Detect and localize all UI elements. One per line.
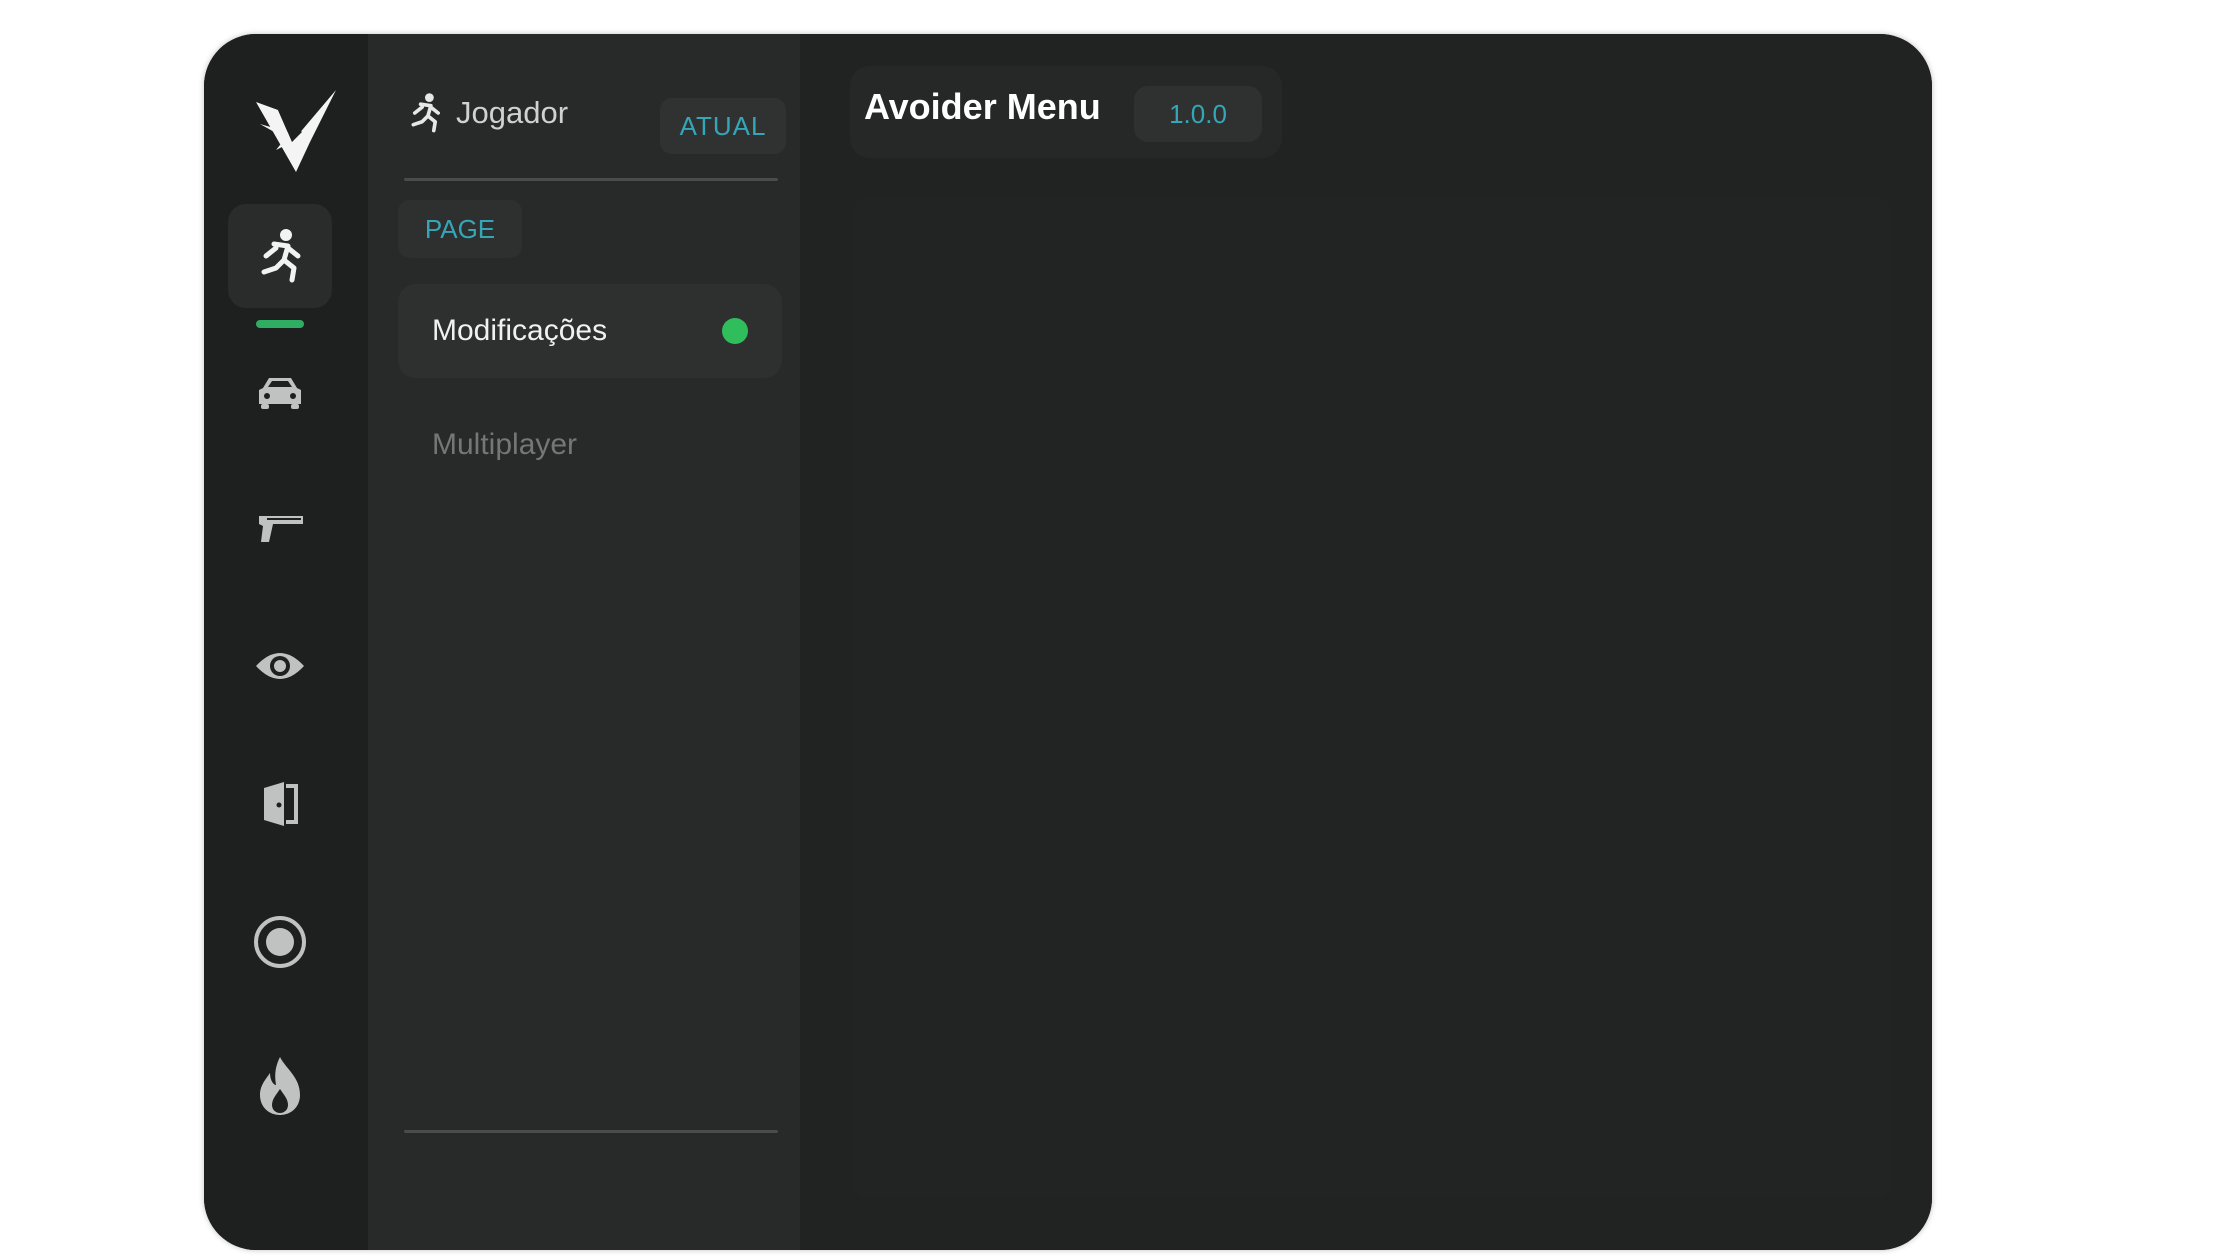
menu-item-label: Modificações: [432, 314, 608, 347]
header: Avoider Menu 1.0.0: [850, 66, 1282, 158]
rail-item-player[interactable]: [228, 204, 332, 308]
panel-divider-top: [404, 178, 778, 181]
active-indicator: [256, 320, 304, 328]
rail-item-target[interactable]: [228, 890, 332, 994]
panel-divider-bottom: [404, 1130, 778, 1133]
menu-item-multiplayer[interactable]: Multiplayer: [398, 398, 782, 492]
main-content: Avoider Menu 1.0.0: [800, 34, 1932, 1250]
version-badge: 1.0.0: [1134, 86, 1262, 142]
current-badge: ATUAL: [660, 98, 786, 154]
pistol-icon: [259, 516, 303, 542]
page-panel: Jogador ATUAL PAGE Modificações Multipla…: [368, 34, 800, 1250]
menu-item-modificacoes[interactable]: Modificações: [398, 284, 782, 378]
rail-item-fire[interactable]: [228, 1034, 332, 1138]
fire-icon: [260, 1057, 300, 1115]
logo-icon: [256, 90, 336, 172]
rail-item-visuals[interactable]: [228, 614, 332, 718]
rail-item-exit[interactable]: [228, 752, 332, 856]
status-dot: [722, 318, 748, 344]
rail-item-weapons[interactable]: [228, 476, 332, 580]
content-area: [852, 198, 1892, 1198]
car-icon: [259, 378, 301, 409]
app-title: Avoider Menu: [864, 86, 1101, 127]
eye-icon: [256, 653, 304, 679]
app-window: Jogador ATUAL PAGE Modificações Multipla…: [204, 34, 1932, 1250]
section-label: PAGE: [398, 200, 522, 258]
running-person-icon: [261, 229, 301, 283]
target-icon: [254, 916, 306, 968]
door-icon: [264, 782, 298, 826]
panel-title: Jogador: [456, 95, 569, 130]
icon-rail: [204, 34, 368, 1250]
rail-item-vehicle[interactable]: [228, 340, 332, 444]
running-person-icon: [411, 93, 440, 133]
menu-item-label: Multiplayer: [432, 428, 578, 461]
panel-header: Jogador: [406, 92, 568, 134]
